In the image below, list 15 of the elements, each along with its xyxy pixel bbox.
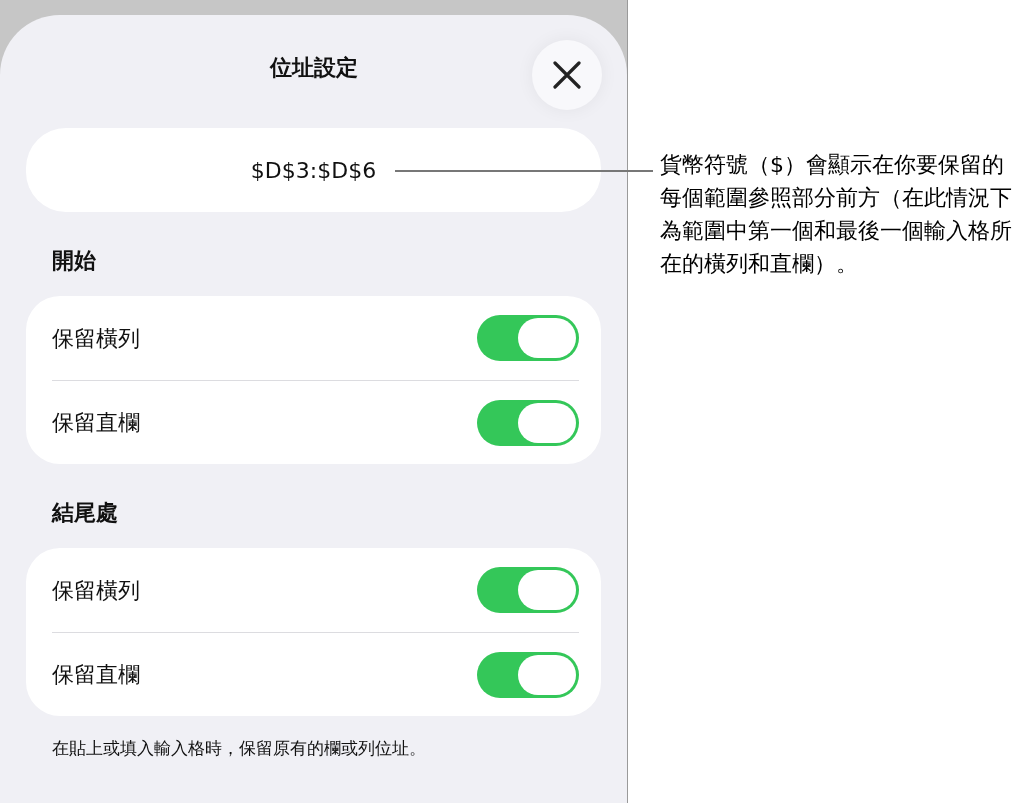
setting-label: 保留直欄 — [52, 409, 140, 437]
callout-text: 貨幣符號（$）會顯示在你要保留的每個範圍參照部分前方（在此情況下為範圍中第一個和最後一個輸入格所在的橫列和直欄）。 — [660, 151, 1013, 278]
setting-label: 保留橫列 — [52, 576, 140, 605]
address-field[interactable]: $D$3:$D$6 — [26, 128, 601, 212]
sheet-title: 位址設定 — [269, 54, 358, 82]
section-heading: 開始 — [51, 247, 97, 275]
footnote: 在貼上或填入輸入格時，保留原有的欄或列位址。 — [51, 737, 427, 760]
setting-label: 保留橫列 — [52, 324, 140, 353]
toggle-switch[interactable] — [477, 567, 579, 613]
toggle-switch[interactable] — [477, 399, 579, 446]
setting-label: 保留直欄 — [52, 661, 140, 689]
toggle-switch[interactable] — [477, 315, 579, 361]
toggle-switch[interactable] — [477, 651, 579, 698]
section-heading: 結尾處 — [50, 499, 119, 527]
close-icon — [553, 61, 581, 89]
